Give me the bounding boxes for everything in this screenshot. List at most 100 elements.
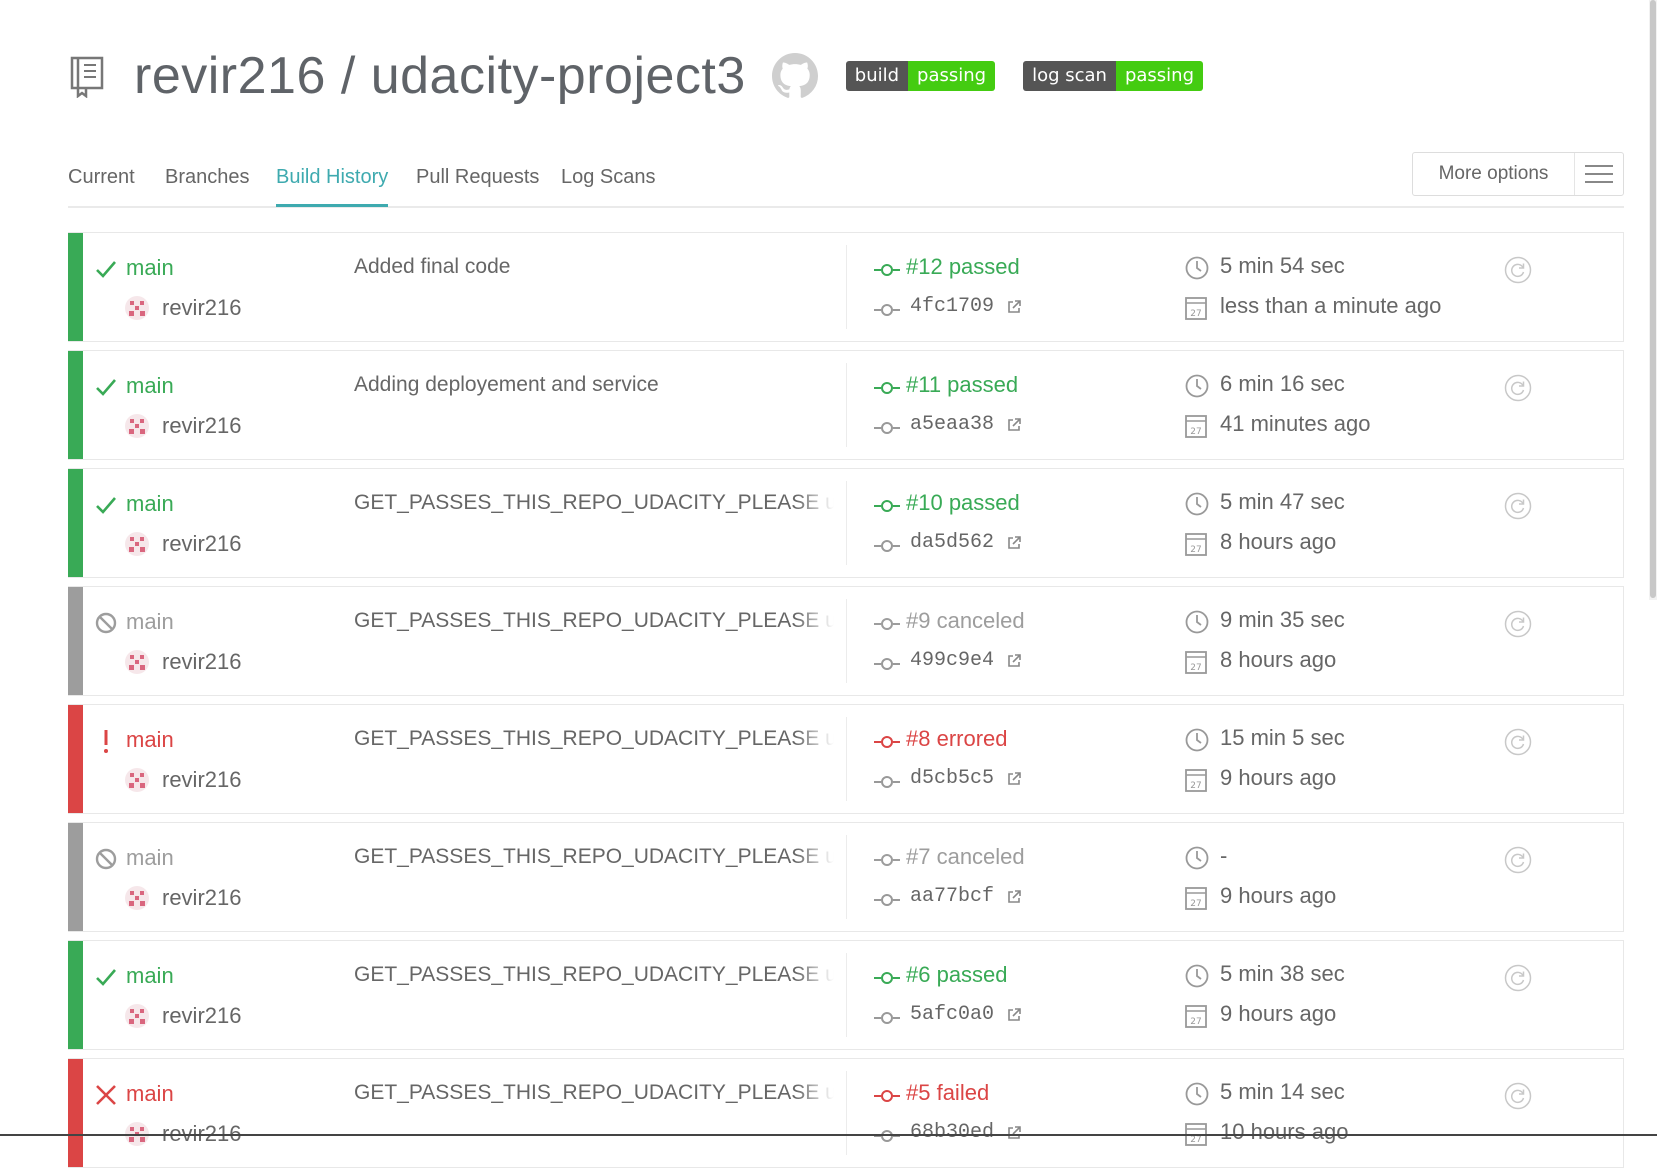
build-duration: 5 min 38 sec [1220,961,1345,986]
build-row[interactable]: main revir216 GET_PASSES_THIS_REPO_UDACI… [68,704,1624,814]
commit-sha[interactable]: 499c9e4 [910,649,994,672]
build-number[interactable]: #7 canceled [906,844,1025,870]
build-number[interactable]: #10 passed [906,490,1020,516]
svg-text:27: 27 [1190,427,1201,437]
branch-name[interactable]: main [126,373,174,399]
external-link-icon[interactable] [1006,653,1022,669]
github-octocat-icon[interactable] [771,53,818,99]
build-commit-icon [874,736,900,748]
build-finished-time: less than a minute ago [1220,293,1442,318]
commit-message: Adding deployement and service [354,373,659,396]
restart-build-icon[interactable] [1504,728,1532,756]
build-row[interactable]: main revir216 GET_PASSES_THIS_REPO_UDACI… [68,940,1624,1050]
author-avatar [125,650,149,674]
build-commit-icon [874,1090,900,1102]
commit-sha[interactable]: aa77bcf [910,885,994,908]
build-row[interactable]: main revir216 Added final code #12 passe… [68,232,1624,342]
build-number[interactable]: #9 canceled [906,608,1025,634]
external-link-icon[interactable] [1006,1125,1022,1141]
calendar-icon: 27 [1185,1005,1207,1028]
build-commit-icon [874,972,900,984]
branch-name[interactable]: main [126,255,174,281]
tab-build-history[interactable]: Build History [276,166,389,207]
branch-name[interactable]: main [126,963,174,989]
tab-current[interactable]: Current [68,166,135,204]
restart-build-icon[interactable] [1504,492,1532,520]
external-link-icon[interactable] [1006,299,1022,315]
commit-sha[interactable]: d5cb5c5 [910,767,994,790]
commit-message: GET_PASSES_THIS_REPO_UDACITY_PLEASE upda… [354,1081,834,1104]
calendar-icon: 27 [1185,769,1207,792]
build-duration: 6 min 16 sec [1220,371,1345,396]
external-link-icon[interactable] [1006,771,1022,787]
commit-message: GET_PASSES_THIS_REPO_UDACITY_PLEASE upda… [354,963,834,986]
build-state-bar [68,823,83,931]
author-avatar [125,414,149,438]
build-row[interactable]: main revir216 GET_PASSES_THIS_REPO_UDACI… [68,468,1624,578]
row-divider [846,481,847,565]
author-avatar [125,886,149,910]
branch-name[interactable]: main [126,491,174,517]
branch-name[interactable]: main [126,845,174,871]
restart-build-icon[interactable] [1504,256,1532,284]
clock-icon [1185,728,1209,752]
commit-sha[interactable]: a5eaa38 [910,413,994,436]
badge-status: passing [1115,61,1204,91]
commit-sha[interactable]: da5d562 [910,531,994,554]
scrollbar-thumb[interactable] [1650,0,1656,598]
author-name: revir216 [162,295,242,320]
build-number[interactable]: #11 passed [906,372,1018,398]
tab-log-scans[interactable]: Log Scans [561,166,656,204]
build-state-bar [68,351,83,459]
build-number[interactable]: #5 failed [906,1080,989,1106]
author-name: revir216 [162,413,242,438]
log-scan-status-badge[interactable]: log scan passing [1023,61,1204,91]
commit-icon [874,894,900,906]
restart-build-icon[interactable] [1504,610,1532,638]
canceled-icon [93,610,119,636]
tab-branches[interactable]: Branches [165,166,250,204]
commit-message: Added final code [354,255,511,278]
svg-text:27: 27 [1190,899,1201,909]
svg-text:27: 27 [1190,663,1201,673]
build-commit-icon [874,382,900,394]
restart-build-icon[interactable] [1504,374,1532,402]
author-avatar [125,768,149,792]
external-link-icon[interactable] [1006,535,1022,551]
build-row[interactable]: main revir216 GET_PASSES_THIS_REPO_UDACI… [68,1058,1624,1168]
build-row[interactable]: main revir216 GET_PASSES_THIS_REPO_UDACI… [68,586,1624,696]
repo-title[interactable]: revir216 / udacity-project3 [134,46,746,106]
build-finished-time: 9 hours ago [1220,883,1337,908]
restart-build-icon[interactable] [1504,964,1532,992]
build-number[interactable]: #8 errored [906,726,1008,752]
build-finished-time: 9 hours ago [1220,765,1337,790]
commit-sha[interactable]: 5afc0a0 [910,1003,994,1026]
more-options-button[interactable]: More options [1412,152,1624,196]
build-row[interactable]: main revir216 Adding deployement and ser… [68,350,1624,460]
commit-sha[interactable]: 68b30ed [910,1121,994,1144]
external-link-icon[interactable] [1006,889,1022,905]
author-name: revir216 [162,531,242,556]
branch-name[interactable]: main [126,609,174,635]
page-scrollbar[interactable] [1649,0,1657,600]
author-name: revir216 [162,885,242,910]
build-number[interactable]: #6 passed [906,962,1008,988]
commit-sha[interactable]: 4fc1709 [910,295,994,318]
tab-pull-requests[interactable]: Pull Requests [416,166,539,204]
restart-build-icon[interactable] [1504,1082,1532,1110]
build-row[interactable]: main revir216 GET_PASSES_THIS_REPO_UDACI… [68,822,1624,932]
calendar-icon: 27 [1185,651,1207,674]
branch-name[interactable]: main [126,727,174,753]
build-status-badge[interactable]: build passing [845,61,996,91]
commit-icon [874,776,900,788]
build-number[interactable]: #12 passed [906,254,1020,280]
repo-tabs: Current Branches Build History Pull Requ… [68,152,1624,208]
external-link-icon[interactable] [1006,417,1022,433]
hamburger-icon [1575,164,1623,184]
row-divider [846,835,847,919]
clock-icon [1185,1082,1209,1106]
restart-build-icon[interactable] [1504,846,1532,874]
repo-header: revir216 / udacity-project3 build passin… [68,46,1204,106]
branch-name[interactable]: main [126,1081,174,1107]
external-link-icon[interactable] [1006,1007,1022,1023]
